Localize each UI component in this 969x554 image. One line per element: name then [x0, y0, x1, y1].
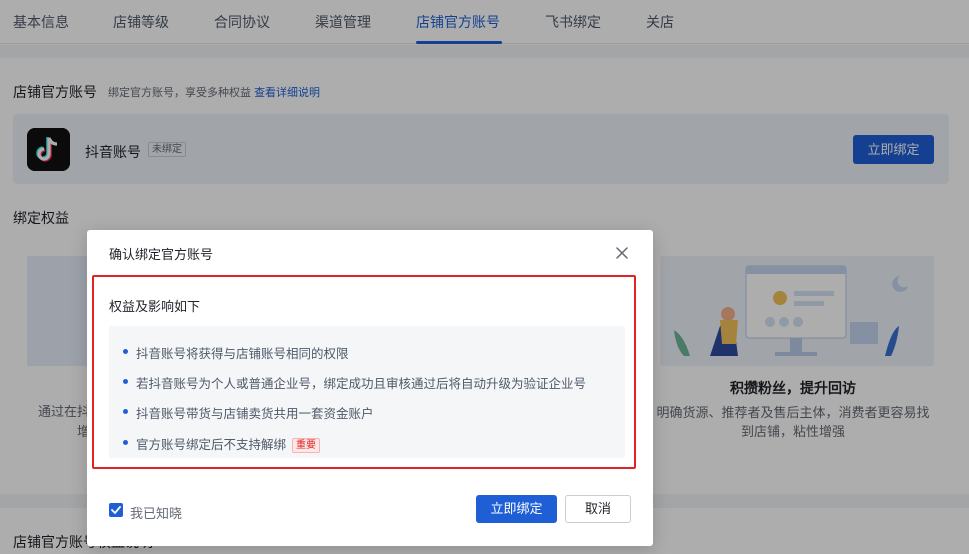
info-list: 抖音账号将获得与店铺账号相同的权限 若抖音账号为个人或普通企业号，绑定成功且审核… [109, 326, 625, 458]
dialog-title: 确认绑定官方账号 [109, 247, 214, 262]
bullet-icon [123, 379, 128, 384]
info-heading: 权益及影响如下 [109, 299, 201, 314]
bullet-icon [123, 440, 128, 445]
confirm-bind-button[interactable]: 立即绑定 [476, 495, 557, 523]
acknowledge-label[interactable]: 我已知晓 [130, 503, 182, 522]
bullet-icon [123, 349, 128, 354]
close-icon[interactable] [611, 242, 633, 264]
confirm-bind-dialog: 确认绑定官方账号 权益及影响如下 抖音账号将获得与店铺账号相同的权限 若抖音账号… [87, 230, 653, 546]
important-tag: 重要 [292, 438, 321, 453]
checkbox-checked-icon[interactable] [109, 503, 123, 517]
bullet-icon [123, 409, 128, 414]
cancel-button[interactable]: 取消 [565, 495, 631, 523]
